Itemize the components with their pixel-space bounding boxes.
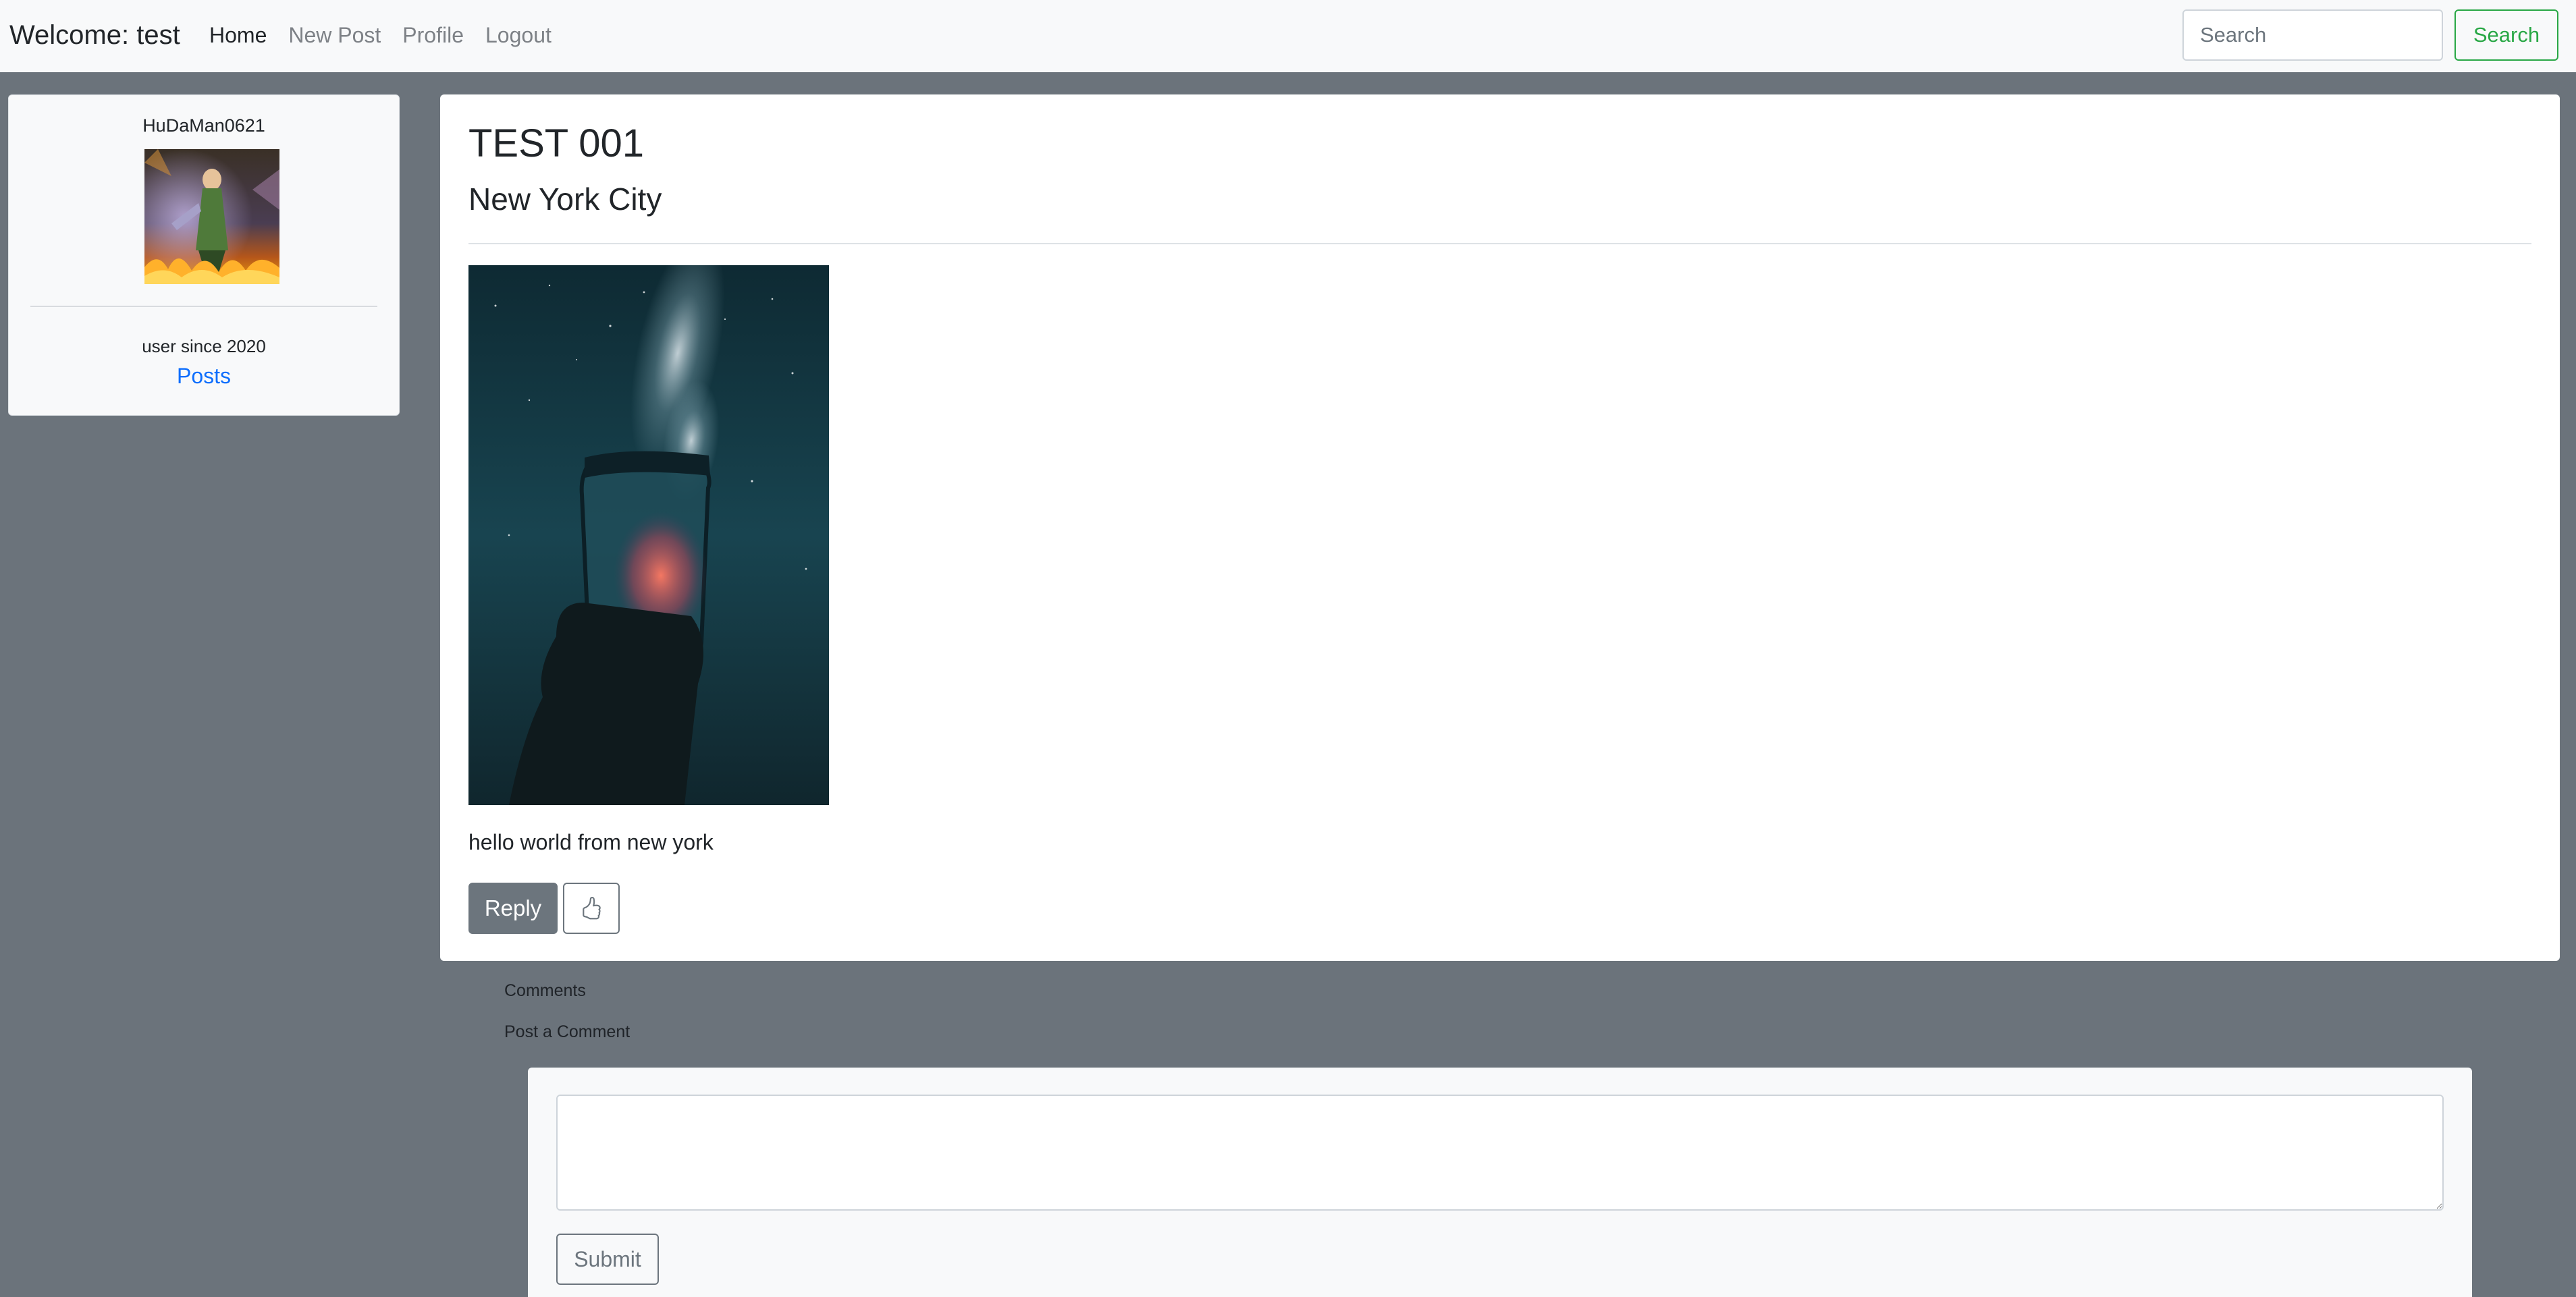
nav-link-profile[interactable]: Profile [402, 18, 464, 53]
nav-link-new-post[interactable]: New Post [288, 18, 381, 53]
top-navbar: Welcome: test Home New Post Profile Logo… [0, 0, 2576, 72]
profile-divider [30, 306, 377, 307]
search-input[interactable] [2182, 9, 2443, 61]
galaxy-jar-image [468, 265, 829, 805]
like-button[interactable] [563, 883, 620, 934]
profile-username: HuDaMan0621 [142, 115, 265, 136]
navbar-brand[interactable]: Welcome: test [9, 18, 180, 53]
post-title: TEST 001 [468, 121, 645, 165]
comments-heading: Comments [504, 981, 586, 1000]
member-since: user since 2020 [142, 336, 266, 356]
avatar-image [144, 149, 279, 284]
avatar [144, 149, 279, 284]
reply-button[interactable]: Reply [468, 883, 558, 934]
comment-form: Submit [528, 1068, 2472, 1297]
post-comment-heading: Post a Comment [504, 1022, 630, 1041]
post-divider [468, 243, 2531, 244]
post-image [468, 265, 829, 805]
nav-link-home[interactable]: Home [209, 18, 267, 53]
post-card: TEST 001 New York City hello world from … [440, 94, 2560, 961]
submit-button[interactable]: Submit [556, 1234, 659, 1285]
post-location: New York City [468, 182, 662, 217]
comment-textarea[interactable] [556, 1095, 2444, 1211]
nav-links: Home New Post Profile Logout [209, 18, 573, 53]
nav-link-logout[interactable]: Logout [485, 18, 552, 53]
posts-link[interactable]: Posts [9, 364, 399, 389]
post-body: hello world from new york [468, 830, 714, 854]
search-button[interactable]: Search [2454, 9, 2558, 61]
thumbs-up-icon [583, 897, 601, 920]
profile-card: HuDaMan0621 user since 2020 Posts [8, 94, 400, 416]
